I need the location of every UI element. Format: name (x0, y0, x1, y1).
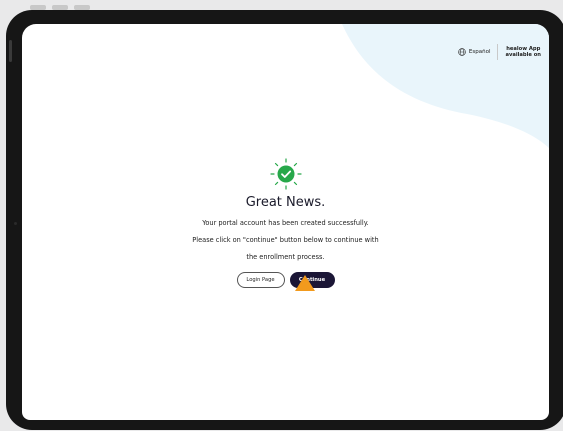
globe-icon (458, 48, 466, 56)
app-promo-line2: available on (505, 52, 541, 58)
login-page-button[interactable]: Login Page (236, 272, 285, 288)
side-button (9, 40, 12, 62)
top-button (74, 5, 90, 10)
camera-dot (14, 222, 17, 225)
message-line-2: Please click on "continue" button below … (192, 236, 379, 244)
language-switch[interactable]: Español (458, 44, 499, 60)
top-bar: Español healow App available on (458, 44, 541, 60)
language-label[interactable]: Español (469, 49, 491, 55)
top-button (30, 5, 46, 10)
success-message: Great News. Your portal account has been… (22, 158, 549, 288)
app-promo[interactable]: healow App available on (505, 46, 541, 58)
top-button (52, 5, 68, 10)
page-title: Great News. (245, 195, 326, 210)
message-line-1: Your portal account has been created suc… (202, 219, 369, 227)
button-row: Login Page Continue (22, 272, 549, 288)
message-line-3: the enrollment process. (246, 253, 325, 261)
screen: Español healow App available on Great Ne… (22, 24, 549, 420)
success-check-icon (269, 158, 302, 190)
pointer-arrow-icon (295, 275, 315, 291)
